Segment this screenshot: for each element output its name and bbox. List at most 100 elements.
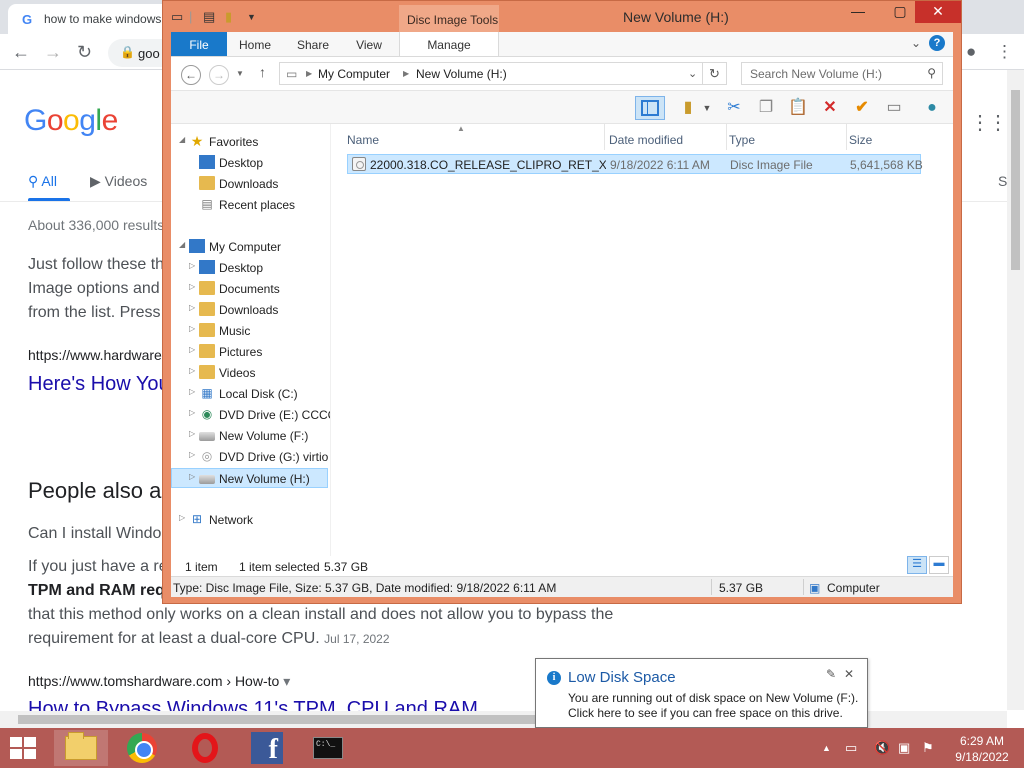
question-item[interactable]: Can I install Windo bbox=[28, 525, 161, 543]
forward-arrow-icon[interactable]: → bbox=[44, 42, 62, 63]
pin-icon[interactable]: ✎ bbox=[826, 667, 836, 681]
rename-check-icon[interactable]: ✔ bbox=[849, 96, 875, 120]
details-view-button[interactable]: ☰ bbox=[907, 556, 927, 574]
properties-icon[interactable]: ▤ bbox=[203, 9, 215, 25]
tab-share[interactable]: Share bbox=[285, 32, 341, 56]
search-icon: ⚲ bbox=[28, 173, 39, 189]
nav-computer-videos[interactable]: ▷ Videos bbox=[171, 363, 328, 383]
delete-icon[interactable]: ✕ bbox=[817, 96, 843, 120]
address-box[interactable]: ▭ ▶ My Computer ▶ New Volume (H:) ⌄ bbox=[279, 62, 703, 85]
nav-dvd-drive-e[interactable]: ▷ ◉ DVD Drive (E:) CCCC bbox=[171, 405, 330, 425]
column-header-size[interactable]: Size bbox=[849, 124, 921, 150]
nav-favorites[interactable]: ◢ ★ Favorites bbox=[171, 132, 328, 152]
google-tab-clipped[interactable]: S bbox=[998, 173, 1007, 189]
system-clock[interactable]: 6:29 AM 9/18/2022 bbox=[952, 733, 1012, 765]
tab-home[interactable]: Home bbox=[227, 32, 283, 56]
nav-computer-documents[interactable]: ▷ Documents bbox=[171, 279, 328, 299]
chevron-down-icon[interactable]: ▼ bbox=[701, 96, 713, 120]
nav-favorites-desktop[interactable]: Desktop bbox=[171, 153, 328, 173]
nav-computer-pictures[interactable]: ▷ Pictures bbox=[171, 342, 328, 362]
breadcrumb-new-volume[interactable]: New Volume (H:) bbox=[416, 67, 507, 81]
explorer-titlebar[interactable]: ▭ | ▤ ▮ ▼ Disc Image Tools New Volume (H… bbox=[163, 1, 961, 33]
new-folder-icon[interactable]: ▮ bbox=[225, 9, 232, 25]
snippet-line: Image options and bbox=[28, 280, 160, 297]
taskbar-file-explorer[interactable] bbox=[54, 730, 108, 766]
file-explorer-icon bbox=[65, 732, 97, 760]
nav-new-volume-f[interactable]: ▷ New Volume (F:) bbox=[171, 426, 328, 446]
column-header-type[interactable]: Type bbox=[729, 124, 847, 150]
copy-icon[interactable]: ❐ bbox=[753, 96, 779, 120]
tab-view[interactable]: View bbox=[341, 32, 397, 56]
low-disk-space-notification[interactable]: i Low Disk Space ✎ ✕ You are running out… bbox=[535, 658, 868, 728]
lock-icon: 🔒 bbox=[120, 45, 135, 59]
collapsed-arrow-icon: ▷ bbox=[189, 429, 196, 438]
search-input[interactable]: Search New Volume (H:) ⚲ bbox=[741, 62, 943, 85]
result-link[interactable]: How to Bypass Windows 11's TPM, CPU and … bbox=[28, 698, 478, 711]
large-icons-view-button[interactable]: ▬ bbox=[929, 556, 949, 574]
column-header-date[interactable]: Date modified bbox=[609, 124, 727, 150]
chevron-right-icon[interactable]: ▶ bbox=[306, 69, 312, 78]
taskbar-facebook[interactable]: f bbox=[240, 730, 294, 766]
close-button[interactable]: ✕ bbox=[915, 1, 961, 23]
reload-icon[interactable]: ↻ bbox=[77, 42, 92, 63]
help-icon[interactable]: ? bbox=[929, 35, 945, 51]
chevron-down-icon[interactable]: ⌄ bbox=[911, 36, 921, 50]
nav-computer-desktop[interactable]: ▷ Desktop bbox=[171, 258, 328, 278]
google-logo[interactable]: Google bbox=[24, 104, 118, 138]
nav-network[interactable]: ▷ ⊞ Network bbox=[171, 510, 328, 530]
nav-local-disk-c[interactable]: ▷ ▦ Local Disk (C:) bbox=[171, 384, 328, 404]
back-arrow-icon[interactable]: ← bbox=[12, 42, 30, 63]
nav-dvd-drive-g[interactable]: ▷ ◎ DVD Drive (G:) virtio bbox=[171, 447, 328, 467]
breadcrumb-my-computer[interactable]: My Computer bbox=[318, 67, 390, 81]
column-header-name[interactable]: Name bbox=[347, 124, 605, 150]
nav-computer-music[interactable]: ▷ Music bbox=[171, 321, 328, 341]
action-center-icon[interactable]: ⚑ bbox=[922, 740, 934, 756]
folder-options-icon[interactable]: ▮ bbox=[675, 96, 701, 120]
result-cite[interactable]: https://www.tomshardware.com › How-to ▾ bbox=[28, 673, 290, 690]
recent-locations-icon[interactable]: ▼ bbox=[236, 69, 244, 78]
drive-tray-icon[interactable]: ▭ bbox=[845, 740, 857, 756]
cut-icon[interactable]: ✂ bbox=[721, 96, 747, 120]
navigation-pane-button[interactable] bbox=[635, 96, 665, 120]
properties-icon[interactable]: ▭ bbox=[881, 96, 907, 120]
network-tray-icon[interactable]: ▣ bbox=[898, 740, 910, 756]
notification-message: You are running out of disk space on New… bbox=[568, 691, 859, 720]
taskbar-chrome[interactable] bbox=[115, 730, 169, 766]
nav-favorites-recent[interactable]: ▤ Recent places bbox=[171, 195, 328, 215]
vertical-scrollbar[interactable] bbox=[1007, 70, 1024, 710]
nav-my-computer[interactable]: ◢ My Computer bbox=[171, 237, 328, 257]
google-tab-videos[interactable]: ▶ Videos bbox=[90, 173, 147, 190]
back-button[interactable]: ← bbox=[181, 65, 201, 85]
paste-icon[interactable]: 📋 bbox=[785, 96, 811, 120]
google-tab-all[interactable]: ⚲ All bbox=[28, 173, 57, 190]
menu-kebab-icon[interactable]: ⋮ bbox=[996, 42, 1013, 62]
up-arrow-icon[interactable]: ↑ bbox=[259, 64, 266, 80]
profile-icon[interactable]: ● bbox=[966, 42, 976, 62]
maximize-button[interactable]: ▢ bbox=[885, 1, 915, 23]
start-button[interactable] bbox=[10, 737, 38, 761]
result-cite[interactable]: https://www.hardware bbox=[28, 347, 162, 363]
nav-computer-downloads[interactable]: ▷ Downloads bbox=[171, 300, 328, 320]
refresh-button[interactable]: ↻ bbox=[703, 62, 727, 85]
drive-icon bbox=[199, 432, 215, 441]
nav-new-volume-h[interactable]: ▷ New Volume (H:) bbox=[171, 468, 328, 488]
taskbar-opera[interactable] bbox=[178, 730, 232, 766]
chevron-right-icon[interactable]: ▶ bbox=[403, 69, 409, 78]
globe-icon[interactable]: ● bbox=[919, 96, 945, 120]
tab-file[interactable]: File bbox=[171, 32, 227, 56]
volume-muted-icon[interactable]: 🔇 bbox=[874, 740, 890, 756]
computer-icon: ▣ bbox=[809, 581, 821, 595]
qat-dropdown-icon[interactable]: ▼ bbox=[247, 12, 256, 22]
forward-button[interactable]: → bbox=[209, 65, 229, 85]
show-hidden-icons-icon[interactable]: ▲ bbox=[822, 743, 831, 753]
tab-manage[interactable]: Manage bbox=[399, 32, 499, 56]
table-row[interactable]: 22000.318.CO_RELEASE_CLIPRO_RET_X64... 9… bbox=[347, 154, 923, 174]
minimize-button[interactable]: — bbox=[843, 1, 873, 23]
result-link[interactable]: Here's How You bbox=[28, 373, 170, 396]
chrome-tab[interactable]: G how to make windows bbox=[8, 4, 170, 34]
nav-favorites-downloads[interactable]: Downloads bbox=[171, 174, 328, 194]
close-icon[interactable]: ✕ bbox=[844, 667, 854, 681]
chrome-tab-title: how to make windows bbox=[44, 12, 162, 26]
address-dropdown-icon[interactable]: ⌄ bbox=[688, 67, 697, 80]
taskbar-command-prompt[interactable]: C:\_ bbox=[301, 730, 355, 766]
